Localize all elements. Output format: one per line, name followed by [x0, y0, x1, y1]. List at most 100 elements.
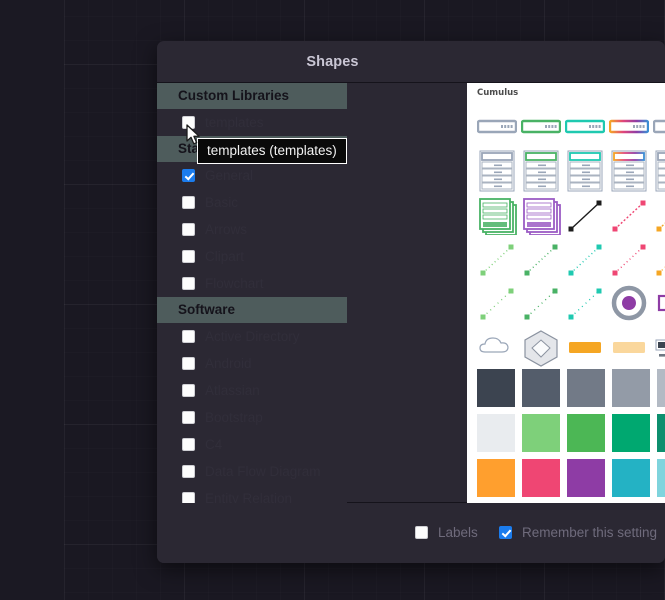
color-swatch[interactable] [477, 414, 515, 452]
stack-shape[interactable] [475, 193, 519, 237]
library-checkbox[interactable] [182, 330, 195, 343]
switch-shape[interactable] [607, 105, 651, 149]
color-swatch[interactable] [477, 369, 515, 407]
connector-line[interactable] [563, 193, 607, 237]
library-label: Basic [205, 195, 239, 210]
rack-shape[interactable] [475, 149, 519, 193]
library-row[interactable]: Android [157, 350, 347, 377]
library-label: Arrows [205, 222, 248, 237]
library-tooltip: templates (templates) [197, 138, 347, 164]
dialog-footer: Labels Remember this setting [157, 503, 665, 563]
library-row[interactable]: C4 [157, 431, 347, 458]
library-checkbox[interactable] [182, 492, 195, 503]
rectangle-outline-shape[interactable] [651, 281, 665, 325]
connector-line[interactable] [563, 237, 607, 281]
device-ip-shape[interactable] [651, 325, 665, 369]
rack-shape[interactable] [651, 149, 665, 193]
library-checkbox[interactable] [182, 223, 195, 236]
rack-shape[interactable] [563, 149, 607, 193]
remember-setting-checkbox[interactable] [499, 526, 512, 539]
color-swatch[interactable] [612, 459, 650, 497]
labels-label: Labels [438, 525, 478, 540]
library-section-header: Software [157, 297, 347, 323]
library-label: Bootstrap [205, 410, 263, 425]
shape-row [475, 237, 665, 281]
library-row[interactable]: Basic [157, 189, 347, 216]
library-checkbox[interactable] [182, 169, 195, 182]
shape-row [475, 149, 665, 193]
library-checkbox[interactable] [182, 357, 195, 370]
library-label: Entity Relation [205, 491, 293, 503]
library-checkbox[interactable] [182, 465, 195, 478]
library-row[interactable]: General [157, 162, 347, 189]
library-label: Flowchart [205, 276, 264, 291]
node-circle-shape[interactable] [607, 281, 651, 325]
labels-checkbox-row[interactable]: Labels [415, 525, 478, 540]
labels-checkbox[interactable] [415, 526, 428, 539]
library-label: Active Directory [205, 329, 300, 344]
dialog-titlebar: Shapes [157, 41, 665, 82]
color-swatch[interactable] [567, 459, 605, 497]
color-swatch-row [475, 414, 665, 452]
color-swatch[interactable] [657, 414, 665, 452]
connector-line[interactable] [519, 281, 563, 325]
library-checkbox[interactable] [182, 116, 195, 129]
switch-shape[interactable] [563, 105, 607, 149]
color-swatch[interactable] [477, 459, 515, 497]
library-label: C4 [205, 437, 223, 452]
color-swatch[interactable] [522, 414, 560, 452]
library-checkbox[interactable] [182, 411, 195, 424]
color-swatch[interactable] [657, 369, 665, 407]
color-swatch-row [475, 459, 665, 497]
stack-shape[interactable] [519, 193, 563, 237]
color-swatch[interactable] [567, 414, 605, 452]
library-row[interactable]: Bootstrap [157, 404, 347, 431]
switch-shape[interactable] [475, 105, 519, 149]
library-checkbox[interactable] [182, 250, 195, 263]
connector-line[interactable] [607, 237, 651, 281]
connector-line[interactable] [651, 237, 665, 281]
shape-row [475, 193, 665, 237]
color-swatch[interactable] [522, 459, 560, 497]
color-swatch-row [475, 369, 665, 407]
color-swatch[interactable] [657, 459, 665, 497]
color-swatch[interactable] [612, 369, 650, 407]
color-swatch[interactable] [522, 369, 560, 407]
connector-line[interactable] [563, 281, 607, 325]
library-label: Data Flow Diagram [205, 464, 321, 479]
connector-line[interactable] [475, 237, 519, 281]
library-row[interactable]: Atlassian [157, 377, 347, 404]
shape-row [475, 325, 665, 369]
connector-line[interactable] [607, 193, 651, 237]
library-row[interactable]: Active Directory [157, 323, 347, 350]
connector-line[interactable] [475, 281, 519, 325]
library-section-header: Custom Libraries [157, 83, 347, 109]
switch-shape[interactable] [519, 105, 563, 149]
connector-line[interactable] [651, 193, 665, 237]
shape-row [475, 281, 665, 325]
rack-shape[interactable] [607, 149, 651, 193]
library-row[interactable]: Entity Relation [157, 485, 347, 503]
connector-line[interactable] [519, 237, 563, 281]
shape-preview-panel[interactable]: Cumulus [467, 83, 665, 503]
preview-library-title: Cumulus [477, 88, 519, 98]
library-row[interactable]: Flowchart [157, 270, 347, 297]
library-row[interactable]: Data Flow Diagram [157, 458, 347, 485]
library-checkbox[interactable] [182, 277, 195, 290]
tag-shape[interactable] [563, 325, 607, 369]
color-swatch[interactable] [612, 414, 650, 452]
library-checkbox[interactable] [182, 384, 195, 397]
tag-shape[interactable] [607, 325, 651, 369]
library-row[interactable]: Clipart [157, 243, 347, 270]
remember-setting-label: Remember this setting [522, 525, 658, 540]
switch-shape[interactable] [651, 105, 665, 149]
rack-shape[interactable] [519, 149, 563, 193]
library-row[interactable]: templates [157, 109, 347, 136]
library-checkbox[interactable] [182, 438, 195, 451]
cloud-shape[interactable] [475, 325, 519, 369]
cube-shape[interactable] [519, 325, 563, 369]
color-swatch[interactable] [567, 369, 605, 407]
remember-setting-checkbox-row[interactable]: Remember this setting [499, 525, 657, 540]
library-checkbox[interactable] [182, 196, 195, 209]
library-row[interactable]: Arrows [157, 216, 347, 243]
